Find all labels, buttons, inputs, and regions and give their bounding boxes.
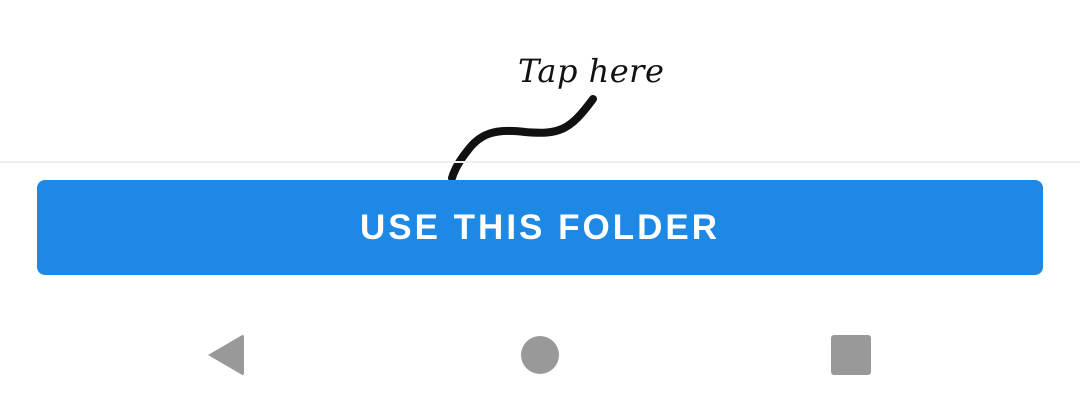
use-this-folder-button[interactable]: USE THIS FOLDER — [37, 180, 1043, 275]
back-button[interactable] — [196, 330, 256, 380]
annotation-label: Tap here — [518, 52, 665, 90]
home-circle-icon — [521, 336, 559, 374]
recents-square-icon — [831, 335, 871, 375]
back-triangle-icon — [208, 334, 244, 376]
home-button[interactable] — [510, 330, 570, 380]
system-navigation-bar — [0, 300, 1080, 417]
divider — [0, 161, 1080, 163]
annotation-arrow-icon — [448, 95, 597, 182]
screen: Tap here USE THIS FOLDER — [0, 0, 1080, 417]
recents-button[interactable] — [821, 330, 881, 380]
